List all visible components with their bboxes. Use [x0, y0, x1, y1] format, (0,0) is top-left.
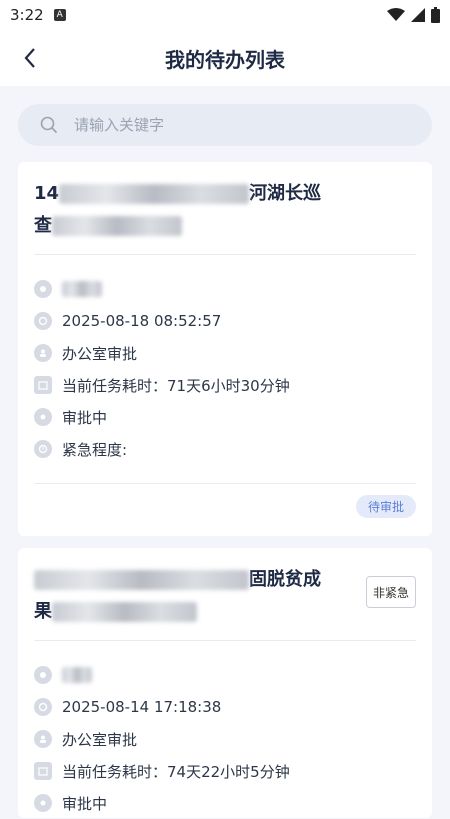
calendar-icon — [34, 376, 52, 394]
info-row-time: 2025-08-18 08:52:57 — [34, 305, 416, 337]
clock-icon — [34, 312, 52, 330]
info-row-node: 办公室审批 — [34, 723, 416, 755]
pending-approval-button[interactable]: 待审批 — [355, 495, 416, 518]
battery-icon — [431, 7, 440, 23]
wifi-icon — [387, 8, 405, 21]
header-bar: 我的待办列表 — [0, 30, 450, 86]
person-icon — [34, 344, 52, 362]
search-input[interactable] — [72, 115, 396, 135]
info-row-duration: 当前任务耗时：71天6小时30分钟 — [34, 369, 416, 401]
redacted-text — [52, 602, 197, 622]
info-row-node: 办公室审批 — [34, 337, 416, 369]
info-row-urgency: 紧急程度: — [34, 433, 416, 465]
info-row-status: 审批中 — [34, 787, 416, 819]
status-time: 3:22 — [10, 6, 44, 24]
status-icon — [34, 794, 52, 812]
card-title: 固脱贫成 果 — [34, 569, 321, 622]
user-icon — [34, 666, 52, 684]
info-row-duration: 当前任务耗时：74天22小时5分钟 — [34, 755, 416, 787]
info-row-time: 2025-08-14 17:18:38 — [34, 691, 416, 723]
search-icon — [40, 116, 58, 134]
page-title: 我的待办列表 — [165, 47, 285, 72]
divider — [34, 483, 416, 484]
divider — [34, 254, 416, 255]
back-button[interactable] — [14, 42, 46, 74]
todo-card[interactable]: 非紧急 固脱贫成 果 2025-08-14 17:18:38 办公室审批 当前任… — [18, 548, 432, 818]
todo-card[interactable]: 14 河湖长巡 查 2025-08-18 08:52:57 办公室审批 当前任务耗… — [18, 162, 432, 536]
search-bar[interactable] — [18, 104, 432, 146]
card-title: 14 河湖长巡 查 — [34, 183, 322, 236]
info-row-status: 审批中 — [34, 401, 416, 433]
urgency-icon — [34, 440, 52, 458]
redacted-text — [52, 216, 182, 236]
status-bar: 3:22 A — [0, 0, 450, 30]
info-row-user — [34, 273, 416, 305]
divider — [34, 640, 416, 641]
redacted-text — [59, 184, 250, 204]
back-chevron-icon — [24, 48, 35, 68]
status-icon — [34, 408, 52, 426]
redacted-text — [62, 667, 92, 683]
redacted-text — [34, 570, 249, 590]
redacted-text — [62, 281, 102, 297]
info-row-user — [34, 659, 416, 691]
app-notification-icon: A — [53, 9, 66, 21]
person-icon — [34, 730, 52, 748]
clock-icon — [34, 698, 52, 716]
user-icon — [34, 280, 52, 298]
calendar-icon — [34, 762, 52, 780]
signal-icon — [411, 8, 425, 22]
